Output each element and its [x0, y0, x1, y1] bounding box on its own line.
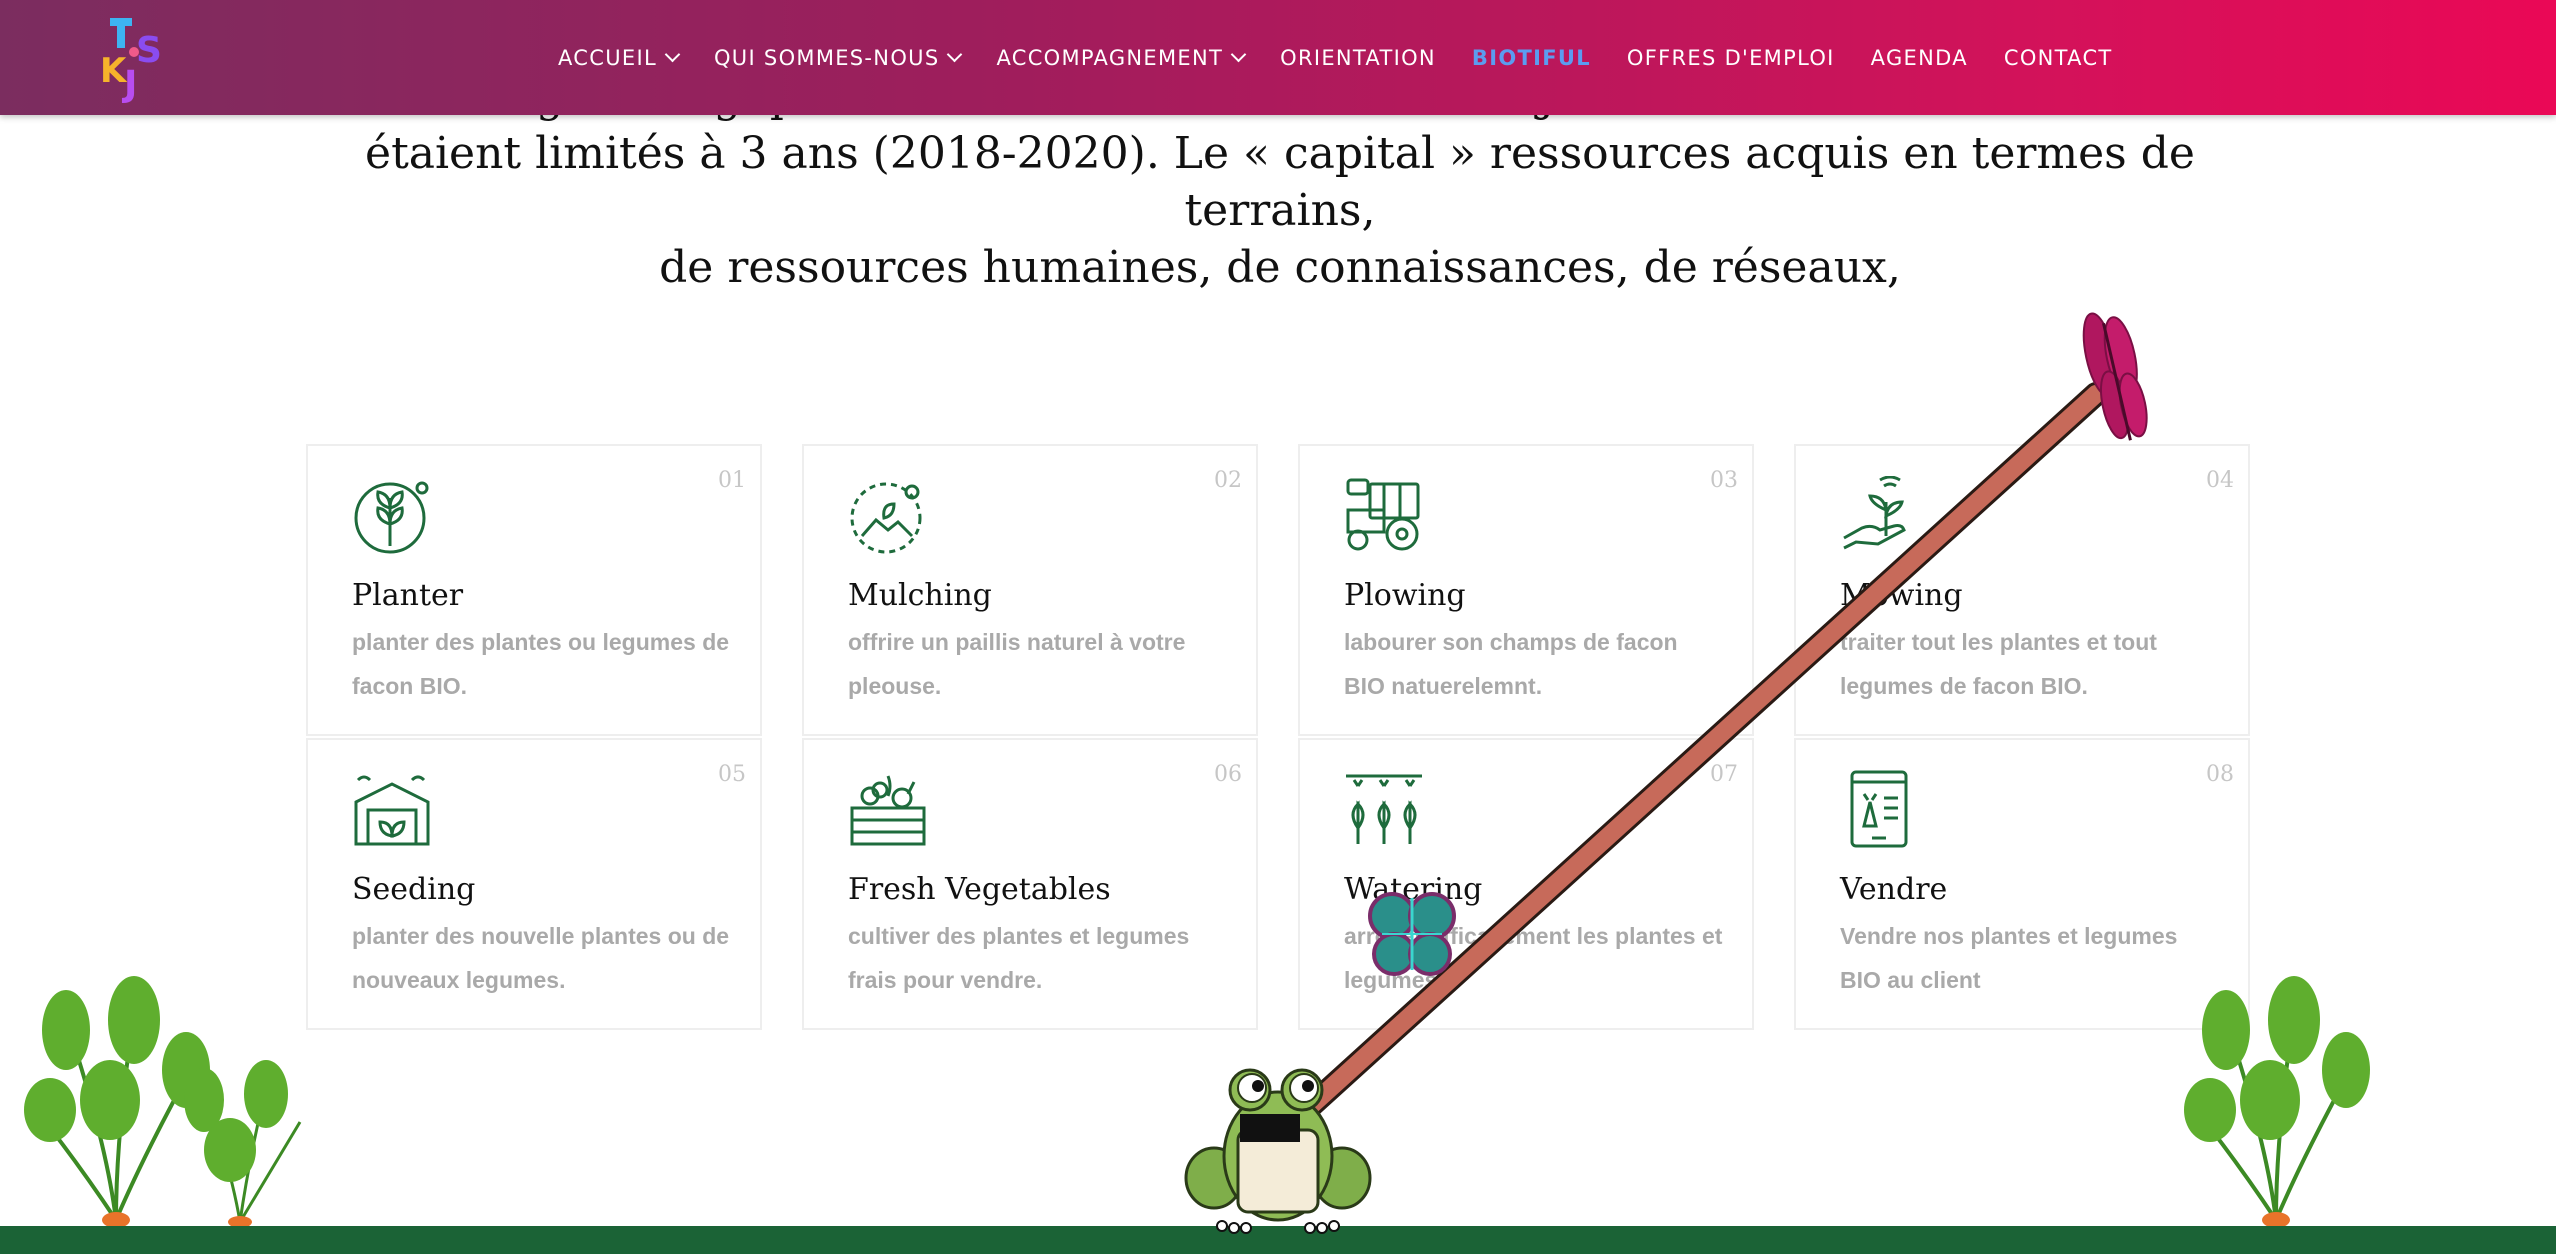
service-card-seeding: 05 Seeding planter des nouvelle plantes …	[306, 738, 762, 1030]
card-title: Seeding	[352, 872, 476, 907]
chevron-down-icon	[947, 46, 963, 63]
service-card-plowing: 03 Plowing labourer son champs de facon …	[1298, 444, 1754, 736]
tablet-carrot-icon	[1850, 770, 1908, 848]
service-card-watering: 07 Watering arroser efficacement les pla…	[1298, 738, 1754, 1030]
nav-agenda[interactable]: AGENDA	[1871, 46, 1968, 70]
intro-line-2: étaient limités à 3 ans (2018-2020). Le …	[365, 128, 2195, 236]
butterfly-pink[interactable]	[2078, 307, 2152, 446]
nav-accompagnement[interactable]: ACCOMPAGNEMENT	[996, 46, 1247, 70]
card-number: 04	[2206, 468, 2234, 493]
ground-strip	[0, 1226, 2556, 1254]
nav-offres-emploi[interactable]: OFFRES D'EMPLOI	[1627, 46, 1835, 70]
carrot-plant	[184, 1060, 302, 1226]
vegetable-crate-icon	[850, 775, 926, 846]
card-title: Vendre	[1840, 872, 1948, 907]
card-number: 03	[1710, 468, 1738, 493]
chevron-down-icon	[1230, 46, 1247, 63]
watering-icon	[1346, 774, 1422, 844]
service-card-mulching: 02 Mulching offrire un paillis naturel à…	[802, 444, 1258, 736]
card-description: planter des nouvelle plantes ou de nouve…	[352, 923, 730, 993]
svg-text:S: S	[136, 30, 162, 71]
card-number: 01	[718, 468, 746, 493]
main-nav: ACCUEIL QUI SOMMES-NOUS ACCOMPAGNEMENT O…	[558, 0, 2149, 115]
svg-text:J: J	[121, 64, 137, 104]
card-description: arroser efficacement les plantes et legu…	[1344, 923, 1723, 993]
nav-biotiful[interactable]: BIOTIFUL	[1472, 46, 1591, 70]
card-description: traiter tout les plantes et tout legumes…	[1840, 629, 2157, 699]
card-number: 05	[718, 762, 746, 787]
greenhouse-icon	[354, 775, 430, 846]
mulching-icon	[850, 482, 922, 554]
plant-sprout-icon	[354, 481, 429, 554]
services-grid: 01 Planter planter des plantes ou legume…	[306, 444, 2254, 1034]
card-number: 06	[1214, 762, 1242, 787]
site-logo[interactable]: S K J	[96, 14, 172, 104]
hand-plant-icon	[1843, 476, 1906, 550]
site-header: S K J ACCUEIL QUI SOMMES-NOUS ACCOMPAGNE…	[0, 0, 2556, 115]
service-card-mowing: 04 Mowing traiter tout les plantes et to…	[1794, 444, 2250, 736]
card-description: offrire un paillis naturel à votre pleou…	[848, 629, 1186, 699]
card-title: Mulching	[848, 578, 992, 613]
nav-contact[interactable]: CONTACT	[2004, 46, 2113, 70]
card-description: labourer son champs de facon BIO natuere…	[1344, 629, 1678, 699]
card-description: cultiver des plantes et legumes frais po…	[848, 923, 1190, 993]
card-description: Vendre nos plantes et legumes BIO au cli…	[1840, 923, 2178, 993]
carrot-plant	[2184, 976, 2370, 1226]
card-number: 02	[1214, 468, 1242, 493]
service-card-fresh-vegetables: 06 Fresh Vegetables cultiver des plantes…	[802, 738, 1258, 1030]
card-title: Mowing	[1840, 578, 1963, 613]
chevron-down-icon	[664, 46, 681, 63]
service-card-planter: 01 Planter planter des plantes ou legume…	[306, 444, 762, 736]
card-title: Watering	[1344, 872, 1483, 907]
card-title: Fresh Vegetables	[848, 872, 1111, 907]
card-number: 08	[2206, 762, 2234, 787]
card-description: planter des plantes ou legumes de facon …	[352, 629, 730, 699]
nav-qui-sommes-nous[interactable]: QUI SOMMES-NOUS	[714, 46, 963, 70]
card-title: Plowing	[1344, 578, 1466, 613]
card-title: Planter	[352, 578, 464, 613]
nav-accueil[interactable]: ACCUEIL	[558, 46, 681, 70]
frog-player[interactable]	[1184, 1068, 1372, 1234]
card-number: 07	[1710, 762, 1738, 787]
nav-orientation[interactable]: ORIENTATION	[1280, 46, 1436, 70]
tractor-icon	[1346, 478, 1420, 551]
intro-line-3: de ressources humaines, de connaissances…	[659, 242, 1901, 293]
